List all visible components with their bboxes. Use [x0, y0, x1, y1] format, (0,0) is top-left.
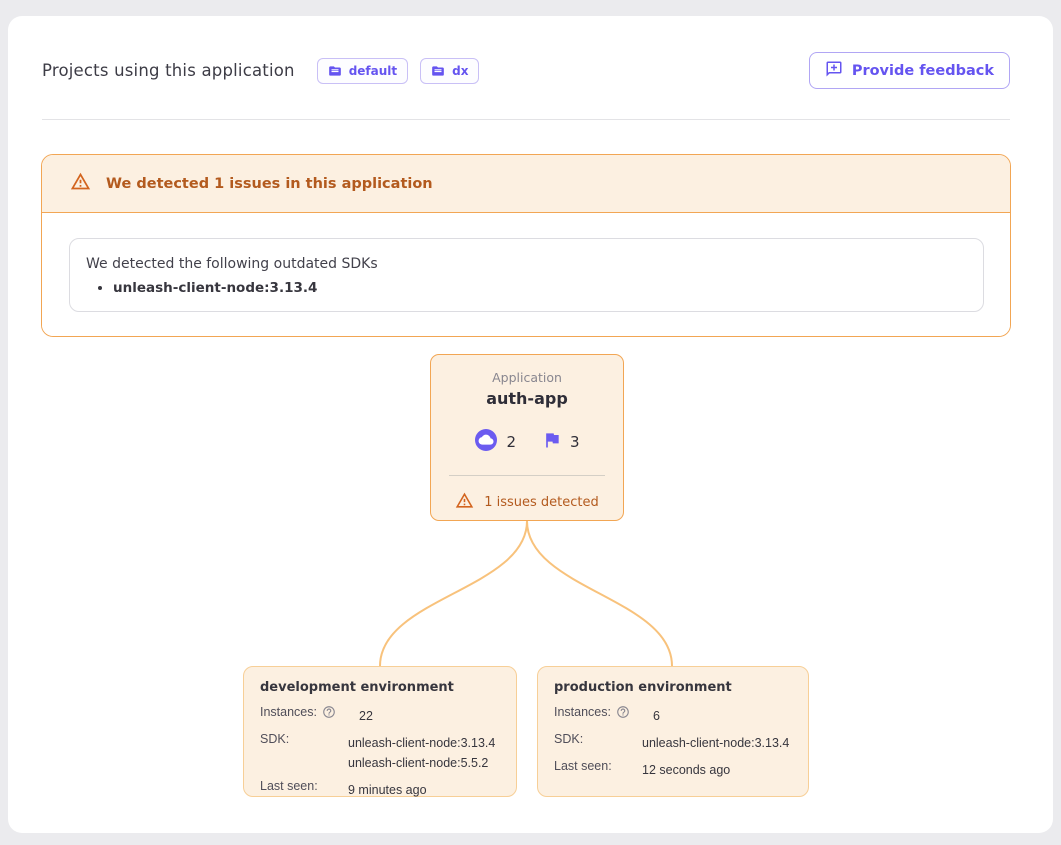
provide-feedback-button[interactable]: Provide feedback — [809, 52, 1010, 89]
application-node-label: Application — [431, 370, 623, 385]
sdk-row: SDK: unleash-client-node:3.13.4 — [554, 732, 798, 753]
issues-alert-body: We detected the following outdated SDKs … — [42, 213, 1010, 336]
outdated-sdk-item: unleash-client-node:3.13.4 — [113, 280, 967, 296]
page-header: Projects using this application default … — [8, 16, 1053, 89]
instances-label: Instances: — [554, 705, 611, 719]
sdk-label: SDK: — [260, 732, 346, 746]
flag-icon — [542, 430, 562, 454]
instances-value: 6 — [651, 706, 660, 726]
project-icon — [431, 64, 445, 78]
last-seen-label: Last seen: — [554, 759, 640, 773]
instances-label: Instances: — [260, 705, 317, 719]
environment-title: production environment — [554, 680, 798, 695]
warning-triangle-icon — [70, 171, 91, 196]
last-seen-row: Last seen: 9 minutes ago — [260, 779, 506, 800]
environment-card-development: development environment Instances: 22 SD… — [243, 666, 517, 797]
application-stats: 2 3 — [431, 428, 623, 456]
sdk-value: unleash-client-node:3.13.4 — [640, 733, 789, 753]
project-badge-label: dx — [452, 64, 468, 78]
application-node-divider — [449, 475, 605, 476]
project-icon — [328, 64, 342, 78]
sdk-value: unleash-client-node:5.5.2 — [348, 753, 495, 773]
instances-row: Instances: 6 — [554, 705, 798, 726]
outdated-sdks-intro: We detected the following outdated SDKs — [86, 256, 967, 272]
environment-count: 2 — [506, 433, 516, 451]
header-divider — [42, 119, 1010, 120]
help-icon[interactable] — [322, 705, 336, 719]
project-badges: default dx — [317, 58, 480, 84]
help-icon[interactable] — [616, 705, 630, 719]
application-node[interactable]: Application auth-app 2 3 — [430, 354, 624, 521]
instances-value: 22 — [357, 706, 373, 726]
last-seen-value: 12 seconds ago — [640, 760, 730, 780]
application-name: auth-app — [431, 389, 623, 408]
project-badge-default[interactable]: default — [317, 58, 408, 84]
issues-alert-header: We detected 1 issues in this application — [42, 155, 1010, 213]
outdated-sdks-list: unleash-client-node:3.13.4 — [86, 280, 967, 296]
feedback-button-label: Provide feedback — [852, 63, 994, 79]
environment-count-stat: 2 — [474, 428, 516, 456]
instances-row: Instances: 22 — [260, 705, 506, 726]
last-seen-row: Last seen: 12 seconds ago — [554, 759, 798, 780]
page-title: Projects using this application — [42, 61, 295, 80]
issues-alert-title: We detected 1 issues in this application — [106, 176, 433, 192]
flag-count-stat: 3 — [542, 430, 580, 454]
warning-triangle-icon — [455, 491, 474, 514]
flag-count: 3 — [570, 433, 580, 451]
project-badge-dx[interactable]: dx — [420, 58, 479, 84]
cloud-icon — [474, 428, 498, 456]
feedback-icon — [825, 60, 843, 82]
environment-title: development environment — [260, 680, 506, 695]
sdk-label: SDK: — [554, 732, 640, 746]
application-issues-text: 1 issues detected — [484, 495, 599, 510]
sdk-value: unleash-client-node:3.13.4 — [348, 733, 495, 753]
outdated-sdks-panel: We detected the following outdated SDKs … — [69, 238, 984, 312]
issues-alert: We detected 1 issues in this application… — [41, 154, 1011, 337]
application-overview-card: Projects using this application default … — [8, 16, 1053, 833]
last-seen-value: 9 minutes ago — [346, 780, 427, 800]
environment-card-production: production environment Instances: 6 SDK:… — [537, 666, 809, 797]
sdk-row: SDK: unleash-client-node:3.13.4 unleash-… — [260, 732, 506, 773]
project-badge-label: default — [349, 64, 397, 78]
last-seen-label: Last seen: — [260, 779, 346, 793]
application-issues: 1 issues detected — [431, 491, 623, 514]
application-diagram: Application auth-app 2 3 — [8, 339, 1053, 809]
